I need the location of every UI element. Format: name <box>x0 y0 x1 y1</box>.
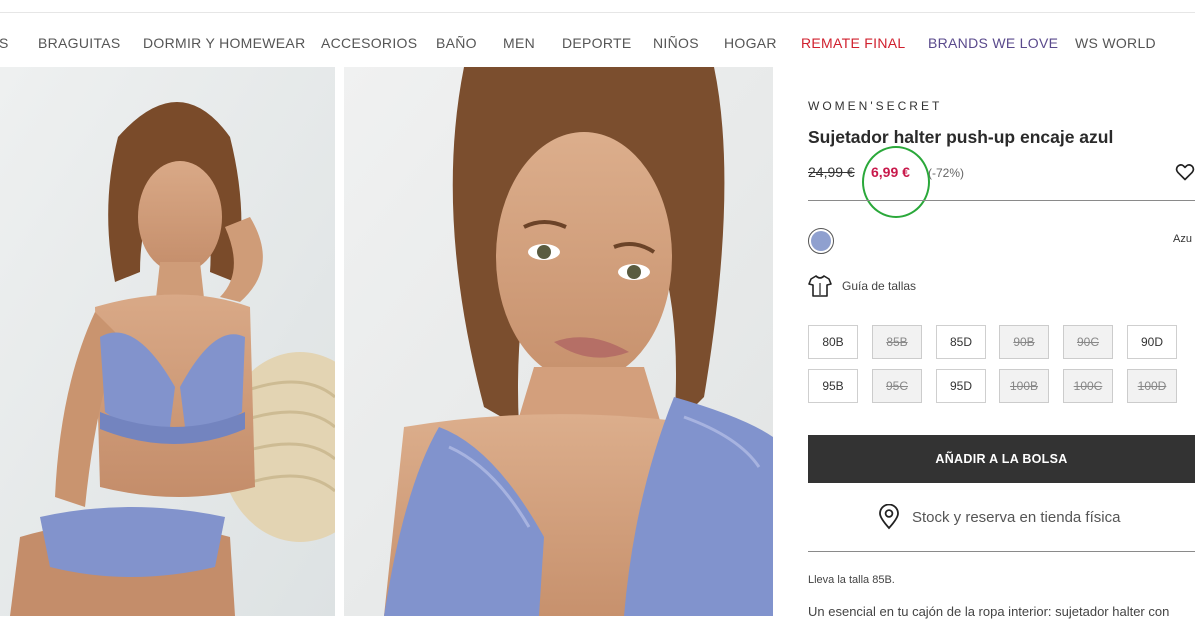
size-option-95c[interactable]: 95C <box>872 369 922 403</box>
nav-item-bano[interactable]: BAÑO <box>436 35 477 51</box>
nav-item-ninos[interactable]: NIÑOS <box>653 35 699 51</box>
price-divider <box>808 200 1195 201</box>
header-divider <box>0 12 1195 13</box>
size-option-95b[interactable]: 95B <box>808 369 858 403</box>
color-name: Azu <box>1173 233 1192 245</box>
size-option-80b[interactable]: 80B <box>808 325 858 359</box>
nav-item-hogar[interactable]: HOGAR <box>724 35 777 51</box>
add-to-bag-button[interactable]: AÑADIR A LA BOLSA <box>808 435 1195 483</box>
shirt-icon <box>808 275 832 297</box>
color-swatch-blue[interactable] <box>808 228 834 254</box>
discount-percentage: (-72%) <box>928 166 965 180</box>
size-option-85d[interactable]: 85D <box>936 325 986 359</box>
original-price: 24,99 € <box>808 164 855 180</box>
nav-item-deporte[interactable]: DEPORTE <box>562 35 632 51</box>
price-highlight-annotation <box>862 146 930 218</box>
brand-name: WOMEN'SECRET <box>808 99 943 113</box>
nav-item-braguitas[interactable]: BRAGUITAS <box>38 35 121 51</box>
nav-item-remate-final[interactable]: REMATE FINAL <box>801 35 905 51</box>
size-guide-label: Guía de tallas <box>842 279 917 293</box>
size-option-90b[interactable]: 90B <box>999 325 1049 359</box>
sale-price: 6,99 € <box>871 164 910 180</box>
product-description: Un esencial en tu cajón de la ropa inter… <box>808 604 1170 619</box>
product-title: Sujetador halter push-up encaje azul <box>808 127 1114 147</box>
color-swatch-fill <box>811 231 831 251</box>
product-image-1[interactable] <box>0 67 335 616</box>
nav-item-ws-world[interactable]: WS WORLD <box>1075 35 1156 51</box>
main-navigation: S BRAGUITAS DORMIR Y HOMEWEAR ACCESORIOS… <box>0 35 1195 51</box>
size-option-90d[interactable]: 90D <box>1127 325 1177 359</box>
product-image-2[interactable] <box>344 67 773 616</box>
size-option-100c[interactable]: 100C <box>1063 369 1113 403</box>
stock-divider <box>808 551 1195 552</box>
model-size-info: Lleva la talla 85B. <box>808 574 895 586</box>
size-option-100d[interactable]: 100D <box>1127 369 1177 403</box>
nav-item-accesorios[interactable]: ACCESORIOS <box>321 35 417 51</box>
nav-item-brands-we-love[interactable]: BRANDS WE LOVE <box>928 35 1058 51</box>
store-stock-label: Stock y reserva en tienda física <box>912 509 1121 526</box>
size-option-90c[interactable]: 90C <box>1063 325 1113 359</box>
nav-item-men[interactable]: MEN <box>503 35 535 51</box>
nav-item-dormir-homewear[interactable]: DORMIR Y HOMEWEAR <box>143 35 305 51</box>
heart-icon[interactable] <box>1175 162 1195 182</box>
size-option-100b[interactable]: 100B <box>999 369 1049 403</box>
nav-item-partial[interactable]: S <box>0 35 9 51</box>
location-pin-icon <box>879 504 899 530</box>
size-option-95d[interactable]: 95D <box>936 369 986 403</box>
size-option-85b[interactable]: 85B <box>872 325 922 359</box>
